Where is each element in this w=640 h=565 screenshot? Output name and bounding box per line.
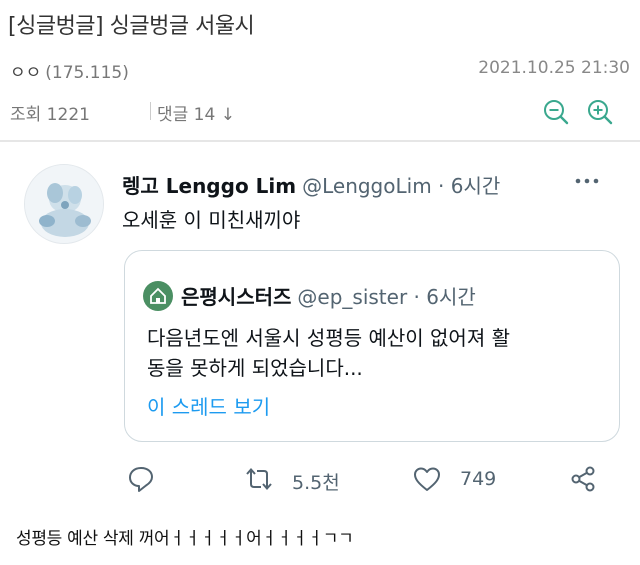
view-count: 조회 1221 [10,105,90,125]
post-date: 2021.10.25 21:30 [478,58,630,78]
share-icon[interactable] [568,464,598,494]
retweet-count: 5.5천 [292,472,340,494]
comment-count: 댓글 14 [157,105,216,125]
quoted-tweet-header: 은평시스터즈 @ep_sister · 6시간 [181,281,476,310]
tweet-actions: 5.5천 749 [0,460,640,500]
author-nickname: ㅇㅇ [10,63,42,83]
tweet-header: 렝고 Lenggo Lim @LenggoLim · 6시간 [122,170,500,199]
like-heart-icon[interactable] [412,464,442,494]
post-body-text: 성평등 예산 삭제 꺼어ㅓㅓㅓㅓㅓ어ㅓㅓㅓㅓㄱㄱ [16,529,354,549]
comment-count-link[interactable]: 댓글 14 ↓ [157,100,235,125]
quoted-tweet-avatar [143,281,173,311]
post-title: [싱글벙글] 싱글벙글 서울시 [8,14,255,39]
embedded-tweet: 렝고 Lenggo Lim @LenggoLim · 6시간 오세훈 이 미친새끼… [0,142,640,514]
quoted-author-name: 은평시스터즈 [181,285,292,309]
retweet-icon[interactable] [244,464,274,494]
stats-divider [150,102,151,120]
arrow-down-icon: ↓ [220,105,235,125]
tweet-author-name[interactable]: 렝고 Lenggo Lim [122,174,296,198]
quoted-tweet-line-2: 동을 못하게 되었습니다... [147,356,363,380]
zoom-in-icon[interactable] [586,98,614,126]
reply-icon[interactable] [126,464,156,494]
more-options-icon[interactable] [574,176,600,186]
avatar-illustration [25,165,103,243]
post-meta: ㅇㅇ (175.115) 2021.10.25 21:30 [10,58,630,83]
zoom-out-icon[interactable] [542,98,570,126]
quoted-tweet-line-1: 다음년도엔 서울시 성평등 예산이 없어져 활 [147,326,510,350]
author-info[interactable]: ㅇㅇ (175.115) [10,58,129,83]
tweet-avatar[interactable] [24,164,104,244]
author-ip: (175.115) [45,63,129,83]
like-count: 749 [460,468,497,490]
tweet-text: 오세훈 이 미친새끼야 [122,208,301,232]
quoted-author-handle: @ep_sister · 6시간 [297,285,476,309]
house-icon [150,287,166,304]
quoted-tweet-text: 다음년도엔 서울시 성평등 예산이 없어져 활 동을 못하게 되었습니다... [147,323,607,383]
show-thread-link[interactable]: 이 스레드 보기 [147,391,270,420]
quoted-tweet[interactable]: 은평시스터즈 @ep_sister · 6시간 다음년도엔 서울시 성평등 예산이… [124,250,620,442]
tweet-author-handle[interactable]: @LenggoLim · 6시간 [302,174,500,198]
post-stats: 조회 1221 댓글 14 ↓ [10,98,630,126]
